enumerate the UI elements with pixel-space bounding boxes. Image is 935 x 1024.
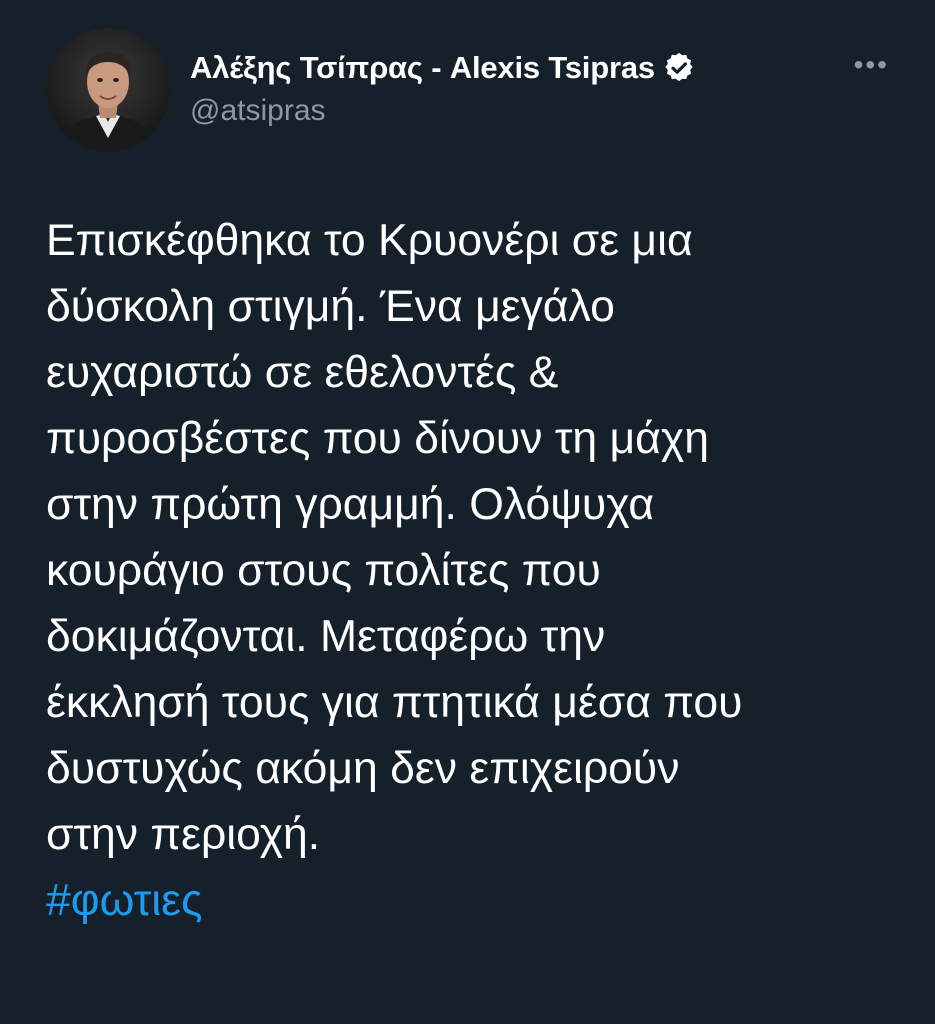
tweet-text-line: ευχαριστώ σε εθελοντές & (46, 348, 559, 397)
tweet-text-line: στην περιοχή. (46, 810, 321, 859)
tweet-text-line: πυροσβέστες που δίνουν τη μάχη (46, 414, 709, 463)
author-name-row[interactable]: Αλέξης Τσίπρας - Alexis Tsipras (190, 50, 695, 86)
more-icon[interactable]: ••• (854, 50, 889, 80)
tweet-text-line: δυστυχώς ακόμη δεν επιχειρούν (46, 744, 680, 793)
tweet-text-line: δύσκολη στιγμή. Ένα μεγάλο (46, 282, 615, 331)
verified-badge-icon (663, 52, 695, 84)
tweet: Αλέξης Τσίπρας - Alexis Tsipras @atsipra… (0, 0, 935, 1024)
avatar-portrait-image (46, 28, 170, 152)
author-handle[interactable]: @atsipras (190, 94, 326, 128)
tweet-text-line: δοκιμάζονται. Μεταφέρω την (46, 612, 606, 661)
author-display-name[interactable]: Αλέξης Τσίπρας - Alexis Tsipras (190, 50, 655, 86)
tweet-text: Επισκέφθηκα το Κρυονέρι σε μια δύσκολη σ… (46, 208, 896, 934)
tweet-text-line: κουράγιο στους πολίτες που (46, 546, 601, 595)
avatar[interactable] (46, 28, 170, 152)
hashtag-link[interactable]: #φωτιες (46, 868, 896, 934)
tweet-text-line: στην πρώτη γραμμή. Ολόψυχα (46, 480, 655, 529)
tweet-text-line: Επισκέφθηκα το Κρυονέρι σε μια (46, 216, 693, 265)
tweet-text-line: έκκλησή τους για πτητικά μέσα που (46, 678, 743, 727)
